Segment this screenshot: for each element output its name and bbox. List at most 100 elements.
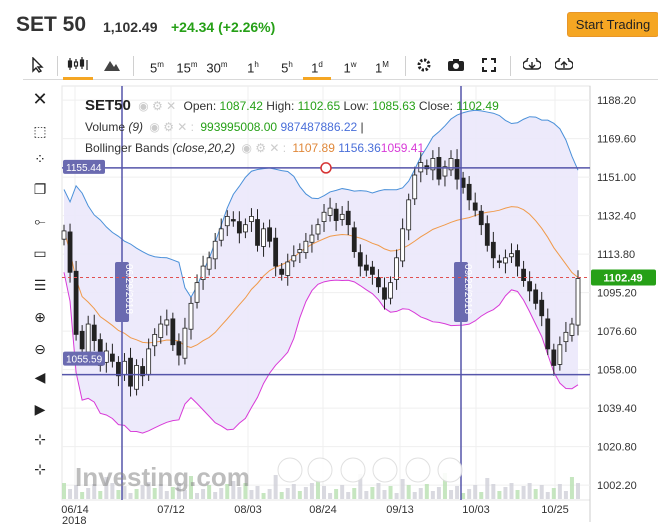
candle-body[interactable] bbox=[315, 224, 321, 235]
candle-body[interactable] bbox=[146, 348, 152, 376]
candle-body[interactable] bbox=[67, 231, 73, 273]
chart-nav-button[interactable] bbox=[437, 457, 463, 483]
candle-body[interactable] bbox=[369, 266, 375, 275]
volume-bar bbox=[430, 491, 435, 499]
chart-nav-button[interactable] bbox=[372, 457, 398, 483]
candle-body[interactable] bbox=[255, 219, 260, 246]
bb-lower-value: 1059.41 bbox=[380, 141, 425, 155]
candle-body[interactable] bbox=[515, 250, 520, 267]
candle-body[interactable] bbox=[412, 174, 418, 200]
candle-body[interactable] bbox=[575, 278, 581, 326]
candle-body[interactable] bbox=[273, 237, 279, 267]
open-value: 1087.42 bbox=[219, 99, 263, 113]
candle-body[interactable] bbox=[503, 257, 508, 264]
candle-body[interactable] bbox=[388, 282, 393, 299]
candle-body[interactable] bbox=[521, 268, 526, 281]
candle-body[interactable] bbox=[351, 227, 357, 252]
candle-body[interactable] bbox=[128, 357, 133, 387]
time-tick-label: 08/03 bbox=[234, 504, 262, 516]
candle-body[interactable] bbox=[194, 282, 200, 303]
candle-body[interactable] bbox=[557, 344, 563, 365]
candle-body[interactable] bbox=[303, 240, 309, 254]
candle-body[interactable] bbox=[170, 318, 176, 346]
candle-body[interactable] bbox=[484, 223, 490, 246]
candle-body[interactable] bbox=[164, 319, 170, 326]
candle-body[interactable] bbox=[478, 210, 484, 226]
candle-body[interactable] bbox=[230, 219, 236, 222]
candle-body[interactable] bbox=[509, 253, 514, 258]
candle-body[interactable] bbox=[79, 330, 85, 350]
candle-body[interactable] bbox=[61, 230, 67, 240]
candle-body[interactable] bbox=[122, 360, 127, 376]
candle-body[interactable] bbox=[569, 323, 575, 336]
candle-body[interactable] bbox=[182, 327, 188, 359]
candle-body[interactable] bbox=[339, 213, 345, 220]
candle-body[interactable] bbox=[91, 324, 97, 342]
volume-bar bbox=[309, 483, 314, 499]
line-handle[interactable] bbox=[320, 162, 332, 174]
candle-body[interactable] bbox=[291, 255, 297, 262]
candle-body[interactable] bbox=[327, 207, 333, 216]
candle-body[interactable] bbox=[109, 353, 115, 362]
chart-nav-button[interactable] bbox=[277, 457, 303, 483]
candle-body[interactable] bbox=[490, 241, 496, 259]
candle-body[interactable] bbox=[400, 228, 406, 262]
candle-body[interactable] bbox=[73, 270, 79, 335]
volume-bar bbox=[479, 492, 484, 499]
candle-body[interactable] bbox=[243, 224, 248, 233]
chart-nav-button[interactable] bbox=[340, 457, 366, 483]
candle-body[interactable] bbox=[357, 252, 363, 267]
volume-bar bbox=[376, 483, 381, 499]
candle-body[interactable] bbox=[551, 349, 557, 366]
chart-nav-button[interactable] bbox=[307, 457, 333, 483]
candle-body[interactable] bbox=[134, 365, 139, 390]
candle-body[interactable] bbox=[382, 287, 387, 300]
volume-param: (9) bbox=[128, 120, 144, 134]
candle-body[interactable] bbox=[158, 323, 164, 338]
candle-body[interactable] bbox=[206, 257, 212, 270]
candle-body[interactable] bbox=[539, 299, 545, 317]
volume-bar bbox=[364, 491, 369, 499]
candle-body[interactable] bbox=[454, 159, 460, 180]
volume-bar bbox=[261, 493, 266, 499]
price-tick-label: 1132.40 bbox=[597, 211, 636, 223]
candle-body[interactable] bbox=[279, 268, 285, 275]
candle-body[interactable] bbox=[533, 289, 539, 304]
candle-body[interactable] bbox=[345, 210, 351, 226]
candle-body[interactable] bbox=[285, 261, 291, 276]
volume-bar bbox=[98, 491, 103, 499]
candle-body[interactable] bbox=[527, 281, 533, 292]
candle-body[interactable] bbox=[472, 202, 478, 211]
candle-body[interactable] bbox=[188, 302, 194, 330]
candle-body[interactable] bbox=[545, 318, 551, 350]
candle-body[interactable] bbox=[466, 183, 472, 201]
volume-bar bbox=[370, 487, 375, 499]
candle-body[interactable] bbox=[496, 260, 502, 263]
candle-body[interactable] bbox=[212, 240, 218, 260]
candle-body[interactable] bbox=[563, 331, 569, 343]
candle-body[interactable] bbox=[333, 208, 339, 221]
candle-body[interactable] bbox=[321, 211, 327, 222]
candle-body[interactable] bbox=[394, 257, 399, 280]
price-chart[interactable]: 1188.20 1169.60 1151.00 1132.40 1113.80 1095.… bbox=[0, 0, 658, 532]
candle-body[interactable] bbox=[85, 323, 91, 353]
candle-body[interactable] bbox=[297, 249, 303, 254]
chart-nav-button[interactable] bbox=[405, 457, 431, 483]
candle-body[interactable] bbox=[176, 341, 182, 356]
volume-bar bbox=[406, 485, 411, 499]
candle-body[interactable] bbox=[236, 221, 242, 234]
volume-bar bbox=[473, 485, 478, 499]
candle-body[interactable] bbox=[116, 361, 121, 377]
candle-body[interactable] bbox=[363, 264, 369, 271]
candle-body[interactable] bbox=[406, 199, 412, 231]
candle-body[interactable] bbox=[261, 228, 266, 247]
high-label: High: bbox=[266, 99, 295, 113]
volume-ma-value: 987487886.22 bbox=[280, 120, 358, 134]
candle-body[interactable] bbox=[267, 227, 273, 242]
candle-body[interactable] bbox=[224, 216, 230, 227]
candle-body[interactable] bbox=[152, 333, 158, 347]
candle-body[interactable] bbox=[249, 216, 254, 222]
candle-body[interactable] bbox=[309, 234, 315, 243]
candle-body[interactable] bbox=[218, 228, 224, 241]
candle-body[interactable] bbox=[376, 277, 381, 288]
